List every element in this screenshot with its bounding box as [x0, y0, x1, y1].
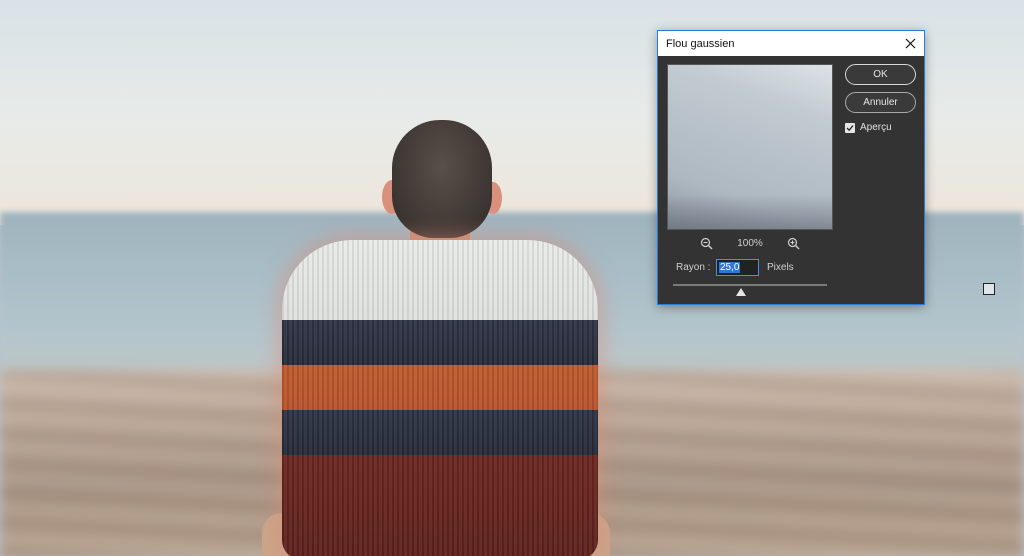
radius-unit: Pixels — [767, 262, 794, 273]
zoom-controls: 100% — [700, 236, 800, 250]
head — [392, 120, 492, 238]
radius-row: Rayon : 25,0 Pixels — [676, 259, 794, 276]
preview-label: Aperçu — [860, 122, 892, 133]
radius-slider-track[interactable] — [673, 284, 827, 286]
radius-value: 25,0 — [719, 262, 741, 273]
ok-button[interactable]: OK — [845, 64, 916, 85]
cancel-button[interactable]: Annuler — [845, 92, 916, 113]
radius-input[interactable]: 25,0 — [716, 259, 759, 276]
zoom-out-icon[interactable] — [700, 237, 713, 250]
close-button[interactable] — [896, 31, 924, 56]
close-icon — [905, 38, 915, 49]
zoom-level: 100% — [737, 237, 763, 249]
radius-label: Rayon : — [676, 262, 711, 273]
radius-slider-thumb[interactable] — [735, 288, 746, 296]
checkmark-icon — [846, 124, 854, 131]
striped-sweater — [282, 240, 598, 556]
zoom-in-icon[interactable] — [787, 237, 800, 250]
dialog-titlebar[interactable]: Flou gaussien — [658, 31, 924, 56]
preview-toggle[interactable]: Aperçu — [845, 122, 892, 133]
gaussian-blur-dialog: Flou gaussien 100% Rayon : 25,0 Pixels O… — [657, 30, 925, 305]
preview-checkbox[interactable] — [845, 122, 855, 133]
person-subject — [262, 118, 610, 556]
small-square-marker — [983, 283, 995, 295]
blur-preview-window[interactable] — [667, 64, 833, 230]
dialog-title: Flou gaussien — [666, 37, 735, 50]
